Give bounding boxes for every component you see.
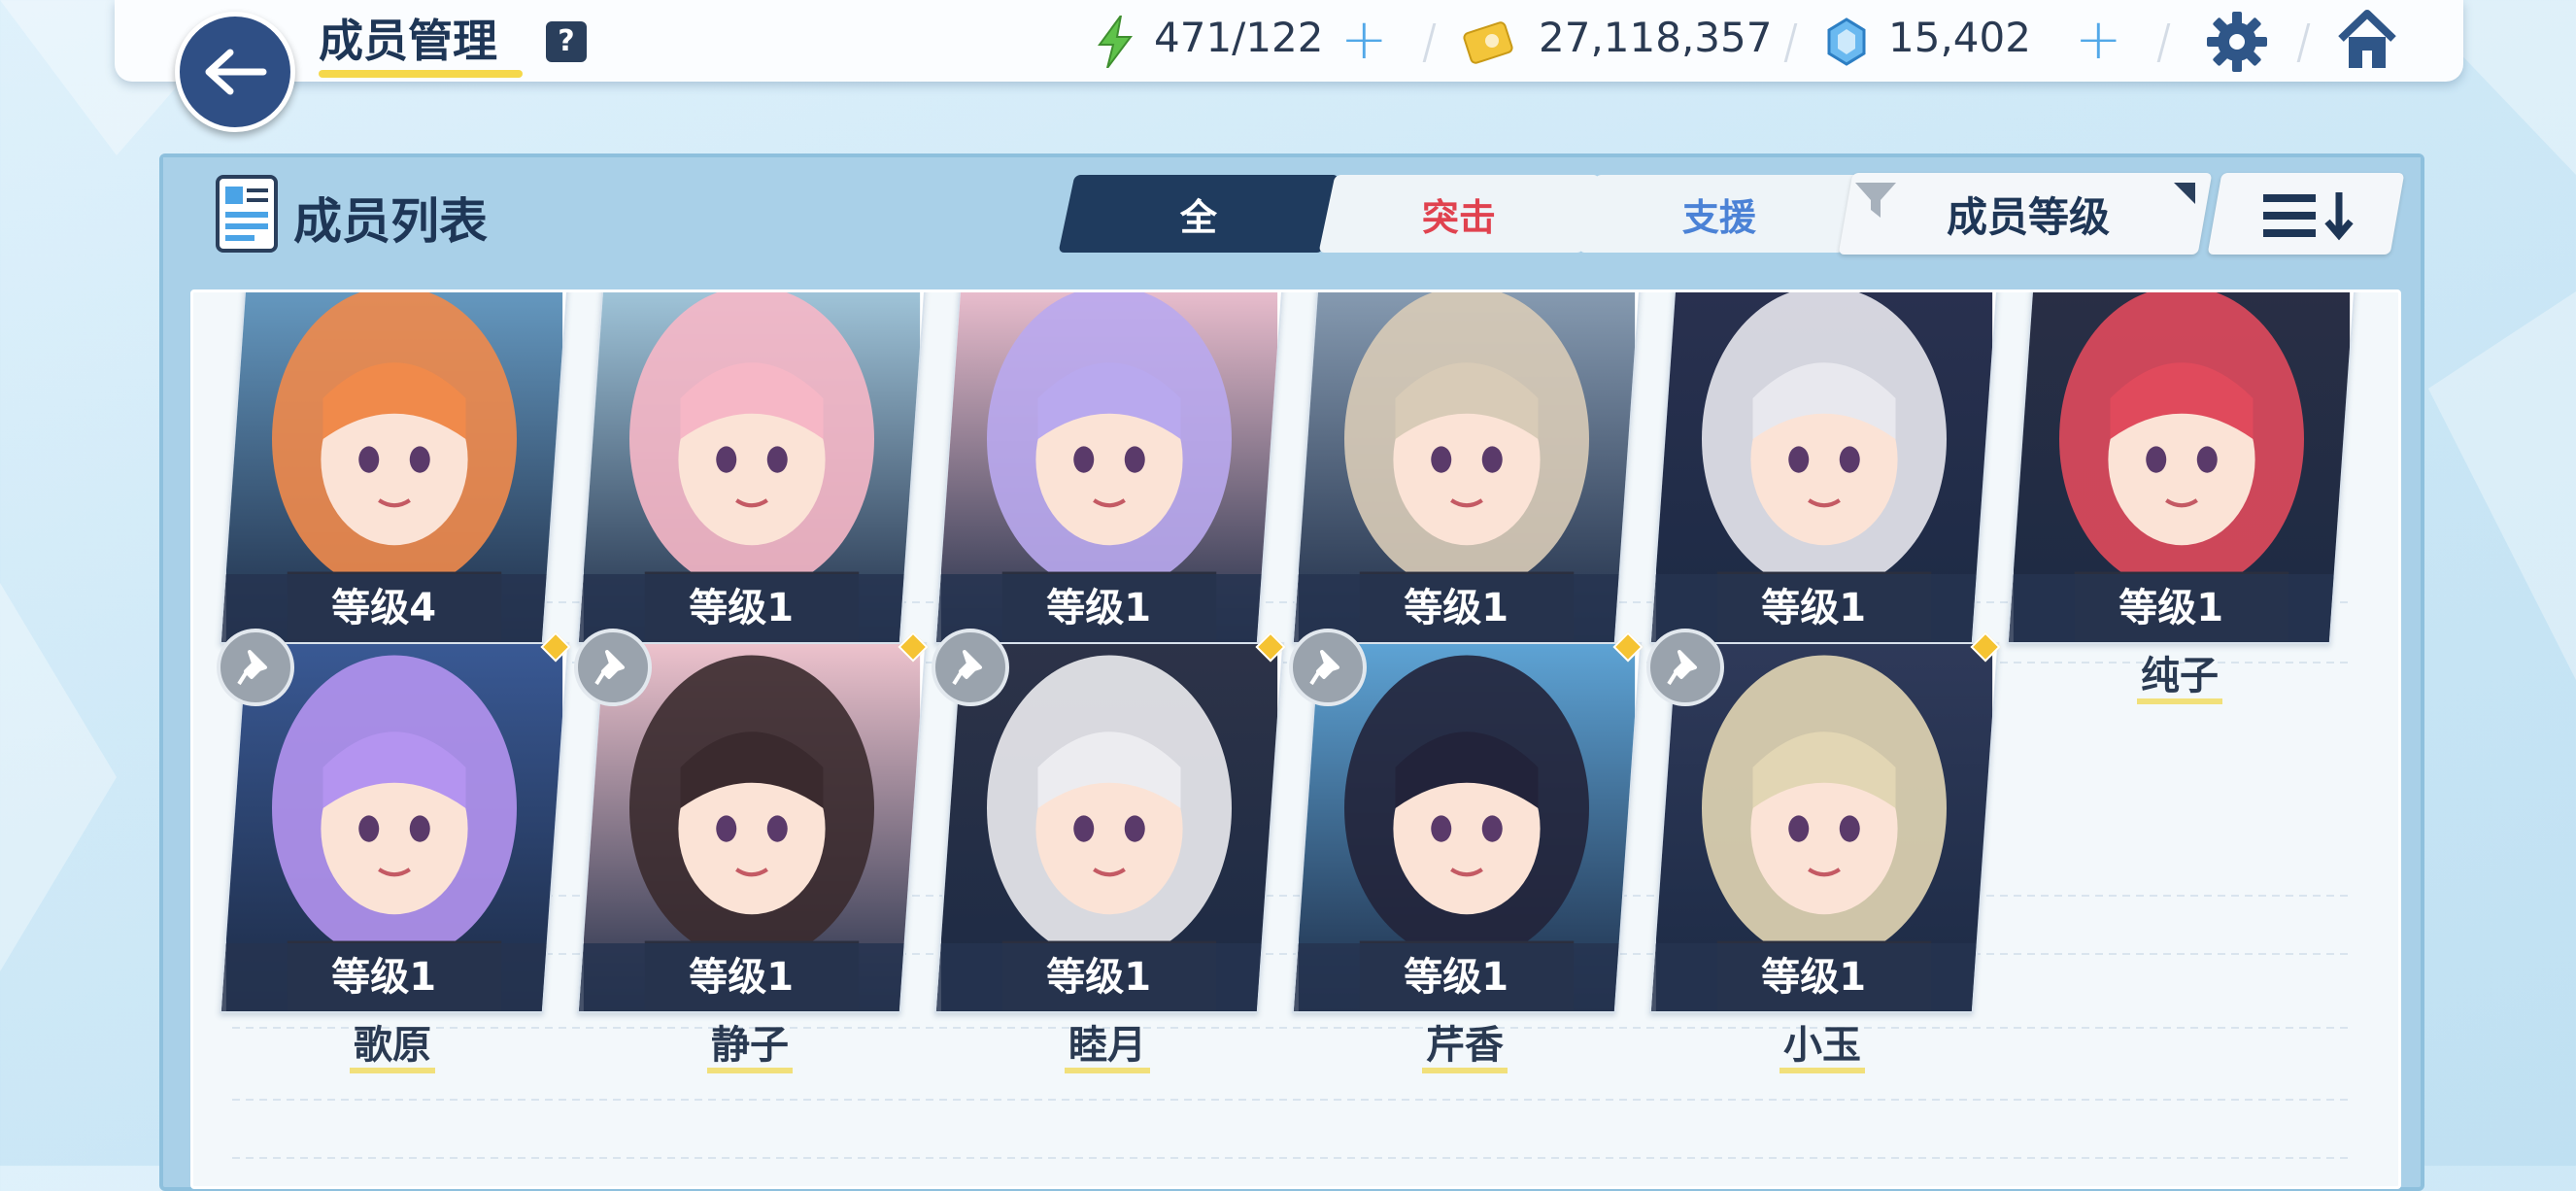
clipboard-icon [216, 175, 278, 253]
member-grid: 等级4志美子等级1夏等级1花江等级1茜等级1佳代子等级1纯子等级1歌原等级1静子… [190, 289, 2401, 1189]
level-label: 等级1 [1404, 955, 1509, 1000]
member-card[interactable]: 等级1 [1648, 292, 2000, 644]
help-button[interactable]: ? [546, 21, 587, 62]
credit-value: 27,118,357 [1539, 14, 1773, 61]
pin-icon [952, 650, 982, 686]
page-title: 成员管理 [319, 15, 497, 67]
level-label: 等级1 [2118, 586, 2224, 630]
level-bar: 等级1 [1293, 943, 1619, 1011]
pin-button[interactable] [932, 629, 1009, 706]
member-name: 纯子 [2019, 654, 2340, 704]
pin-button[interactable] [217, 629, 294, 706]
level-label: 等级1 [1046, 586, 1152, 630]
member-list-panel: 成员列表 全 突击 支援 成员等级 等级4志美子等级1夏等级1花江等级1茜等级1… [159, 153, 2424, 1191]
pin-icon [1667, 650, 1697, 686]
pin-icon [237, 650, 267, 686]
member-card[interactable]: 等级1 [576, 292, 928, 644]
sort-descending-icon [2263, 192, 2354, 241]
level-bar: 等级1 [935, 943, 1262, 1011]
home-icon[interactable] [2335, 8, 2399, 72]
row-divider [232, 1099, 2350, 1101]
level-label: 等级1 [1404, 586, 1509, 630]
back-button[interactable] [175, 12, 295, 132]
lightning-icon [1098, 16, 1133, 68]
gem-add-button[interactable]: + [2075, 10, 2122, 68]
row-divider [232, 1157, 2350, 1159]
member-name-text: 睦月 [1065, 1023, 1150, 1073]
tab-all[interactable]: 全 [1058, 175, 1339, 253]
pin-button[interactable] [1289, 629, 1367, 706]
title-underline [319, 70, 523, 78]
level-bar: 等级1 [220, 943, 547, 1011]
member-name-text: 小玉 [1779, 1023, 1865, 1073]
member-card[interactable]: 等级1 [933, 292, 1285, 644]
level-label: 等级1 [331, 955, 437, 1000]
pin-icon [594, 650, 625, 686]
member-name: 睦月 [947, 1023, 1268, 1073]
level-label: 等级1 [1761, 955, 1867, 1000]
member-name: 歌原 [232, 1023, 553, 1073]
dropdown-corner-icon [2174, 183, 2195, 204]
tab-support-label: 支援 [1681, 195, 1756, 239]
level-label: 等级1 [1761, 586, 1867, 630]
member-name-text: 芹香 [1422, 1023, 1508, 1073]
pin-icon [1309, 650, 1339, 686]
level-bar: 等级1 [578, 943, 904, 1011]
gem-value: 15,402 [1888, 14, 2031, 61]
level-label: 等级1 [1046, 955, 1152, 1000]
tab-support[interactable]: 支援 [1578, 175, 1860, 253]
row-divider [232, 953, 2350, 955]
ap-value: 471/122 [1154, 14, 1324, 61]
filter-icon[interactable] [1853, 181, 1898, 220]
tab-all-label: 全 [1179, 195, 1217, 239]
level-bar: 等级1 [1650, 943, 1977, 1011]
arrow-left-icon [205, 49, 267, 95]
ap-add-button[interactable]: + [1340, 10, 1388, 68]
member-name-text: 纯子 [2137, 654, 2222, 704]
level-label: 等级1 [689, 586, 795, 630]
credit-icon [1463, 21, 1513, 64]
member-card[interactable]: 等级4 [219, 292, 570, 644]
member-name-text: 静子 [707, 1023, 793, 1073]
level-label: 等级4 [331, 586, 437, 630]
panel-title: 成员列表 [293, 193, 488, 250]
gear-icon[interactable] [2205, 10, 2269, 74]
member-name: 芹香 [1305, 1023, 1625, 1073]
member-card[interactable]: 等级1 [2006, 292, 2357, 644]
pin-button[interactable] [574, 629, 652, 706]
level-bar: 等级1 [2008, 574, 2334, 642]
gem-icon [1827, 17, 1866, 66]
member-card[interactable]: 等级1 [1291, 292, 1643, 644]
pin-button[interactable] [1646, 629, 1724, 706]
sort-label: 成员等级 [1947, 193, 2111, 241]
tab-assault-label: 突击 [1421, 195, 1496, 239]
member-name: 小玉 [1662, 1023, 1983, 1073]
member-name: 静子 [590, 1023, 910, 1073]
tab-assault[interactable]: 突击 [1318, 175, 1600, 253]
member-name-text: 歌原 [350, 1023, 435, 1073]
level-label: 等级1 [689, 955, 795, 1000]
